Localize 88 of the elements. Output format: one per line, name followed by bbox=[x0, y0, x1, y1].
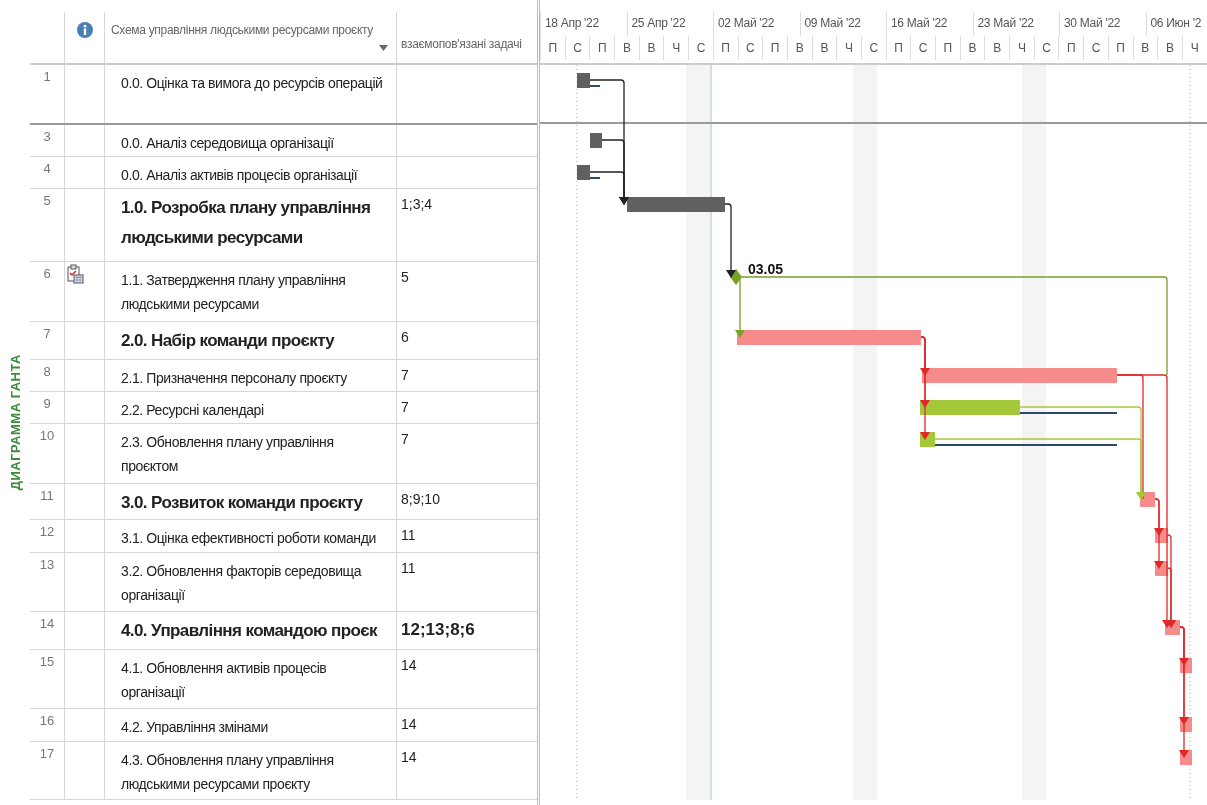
task-name: 1.0. Розробка плану управління людськими ресурсами bbox=[121, 197, 372, 249]
predecessors-cell: 7 bbox=[401, 399, 409, 415]
day-label: П bbox=[589, 36, 615, 60]
predecessors-cell: 14 bbox=[401, 716, 417, 732]
info-icon bbox=[76, 22, 93, 38]
day-label: Ч bbox=[1009, 36, 1034, 60]
predecessors-cell: 11 bbox=[401, 560, 416, 576]
week-label: 09 Май '22 bbox=[799, 12, 886, 36]
milestone-date: 03.05 bbox=[748, 261, 784, 277]
row-number: 9 bbox=[43, 396, 51, 411]
slack-line bbox=[590, 177, 600, 179]
predecessors-cell: 1;3;4 bbox=[401, 196, 433, 212]
day-label: П bbox=[1058, 36, 1084, 60]
week-label: 25 Апр '22 bbox=[626, 12, 713, 36]
day-label: В bbox=[614, 36, 639, 60]
predecessors-cell: 14 bbox=[401, 749, 417, 765]
column-header[interactable]: Схема управління людськими ресурсами проєкту bbox=[111, 23, 374, 37]
row-number: 13 bbox=[39, 557, 55, 572]
day-label: С bbox=[737, 36, 763, 60]
row-number: 4 bbox=[43, 161, 51, 176]
task-name: 3.2. Обновлення факторів середовища організації bbox=[121, 562, 363, 605]
dropdown-caret-icon[interactable] bbox=[379, 45, 388, 51]
task-name: 0.0. Оцінка та вимога до ресурсів операцій bbox=[121, 74, 384, 93]
day-label: В bbox=[786, 36, 812, 60]
day-label: С bbox=[910, 36, 935, 60]
task-name: 0.0. Аналіз середовища організації bbox=[121, 134, 335, 153]
predecessors-cell: 7 bbox=[401, 367, 409, 383]
task-name: 0.0. Аналіз активів процесів організації bbox=[121, 166, 359, 185]
week-label: 18 Апр '22 bbox=[540, 12, 627, 36]
predecessors-cell: 12;13;8;6 bbox=[401, 620, 475, 639]
task-name: 4.1. Обновлення активів процесів організації bbox=[121, 659, 328, 702]
row-number: 16 bbox=[39, 713, 55, 728]
row-number: 12 bbox=[39, 524, 55, 539]
task-name: 2.3. Обновлення плану управління проєктом bbox=[121, 433, 335, 476]
day-label: П bbox=[935, 36, 960, 60]
week-label: 23 Май '22 bbox=[972, 12, 1059, 36]
task-name: 2.2. Ресурсні календарі bbox=[121, 401, 265, 420]
predecessors-cell: 6 bbox=[401, 329, 409, 345]
day-label: Ч bbox=[1181, 36, 1207, 60]
row-number: 8 bbox=[43, 364, 51, 379]
view-label: ДИАГРАММА ГАНТА bbox=[7, 354, 23, 491]
day-label: Ч bbox=[663, 36, 689, 60]
day-label: П bbox=[540, 36, 565, 60]
day-label: В bbox=[984, 36, 1010, 60]
row-number: 11 bbox=[40, 488, 54, 503]
day-label: В bbox=[959, 36, 985, 60]
task-name: 3.0. Розвиток команди проєкту bbox=[121, 492, 364, 514]
task-name: 4.0. Управління командою проєк bbox=[121, 620, 379, 642]
day-label: Ч bbox=[836, 36, 861, 60]
task-name: 2.0. Набір команди проєкту bbox=[121, 330, 336, 352]
day-label: В bbox=[638, 36, 664, 60]
row-number: 6 bbox=[43, 266, 51, 281]
day-label: С bbox=[1083, 36, 1108, 60]
row-number: 5 bbox=[43, 193, 51, 208]
predecessors-cell: 14 bbox=[401, 657, 417, 673]
row-number: 3 bbox=[43, 129, 51, 144]
day-label: П bbox=[885, 36, 911, 60]
task-name: 4.3. Обновлення плану управління людськими ресурсами проєкту bbox=[121, 751, 335, 794]
row-number: 15 bbox=[39, 654, 55, 669]
row-number: 14 bbox=[39, 616, 55, 631]
predecessors-cell: 7 bbox=[401, 431, 409, 447]
row-number: 7 bbox=[43, 326, 51, 341]
day-label: П bbox=[762, 36, 787, 60]
predecessors-cell: 5 bbox=[401, 269, 409, 285]
day-label: С bbox=[688, 36, 713, 60]
predecessors-cell: 8;9;10 bbox=[401, 491, 440, 507]
row-number: 10 bbox=[39, 428, 55, 443]
week-label: 16 Май '22 bbox=[886, 12, 973, 36]
column-header[interactable]: взаємопов'язані задачі bbox=[401, 37, 522, 51]
week-label: 06 Июн '2 bbox=[1145, 12, 1207, 36]
row-number: 17 bbox=[39, 746, 55, 761]
day-label: В bbox=[1132, 36, 1158, 60]
week-label: 02 Май '22 bbox=[713, 12, 800, 36]
task-name: 2.1. Призначення персоналу проєкту bbox=[121, 369, 348, 388]
week-label: 30 Май '22 bbox=[1059, 12, 1146, 36]
day-label: С bbox=[860, 36, 886, 60]
day-label: П bbox=[712, 36, 738, 60]
task-name: 4.2. Управління змінами bbox=[121, 718, 269, 737]
predecessors-cell: 11 bbox=[401, 527, 416, 543]
day-label: В bbox=[1157, 36, 1182, 60]
day-label: В bbox=[811, 36, 837, 60]
day-label: С bbox=[1033, 36, 1059, 60]
task-name: 3.1. Оцінка ефективності роботи команди bbox=[121, 529, 377, 548]
day-label: П bbox=[1107, 36, 1133, 60]
task-name: 1.1. Затвердження плану управління людськими ресурсами bbox=[121, 271, 347, 314]
row-number: 1 bbox=[43, 69, 51, 84]
slack-line bbox=[590, 85, 600, 87]
day-label: С bbox=[564, 36, 590, 60]
